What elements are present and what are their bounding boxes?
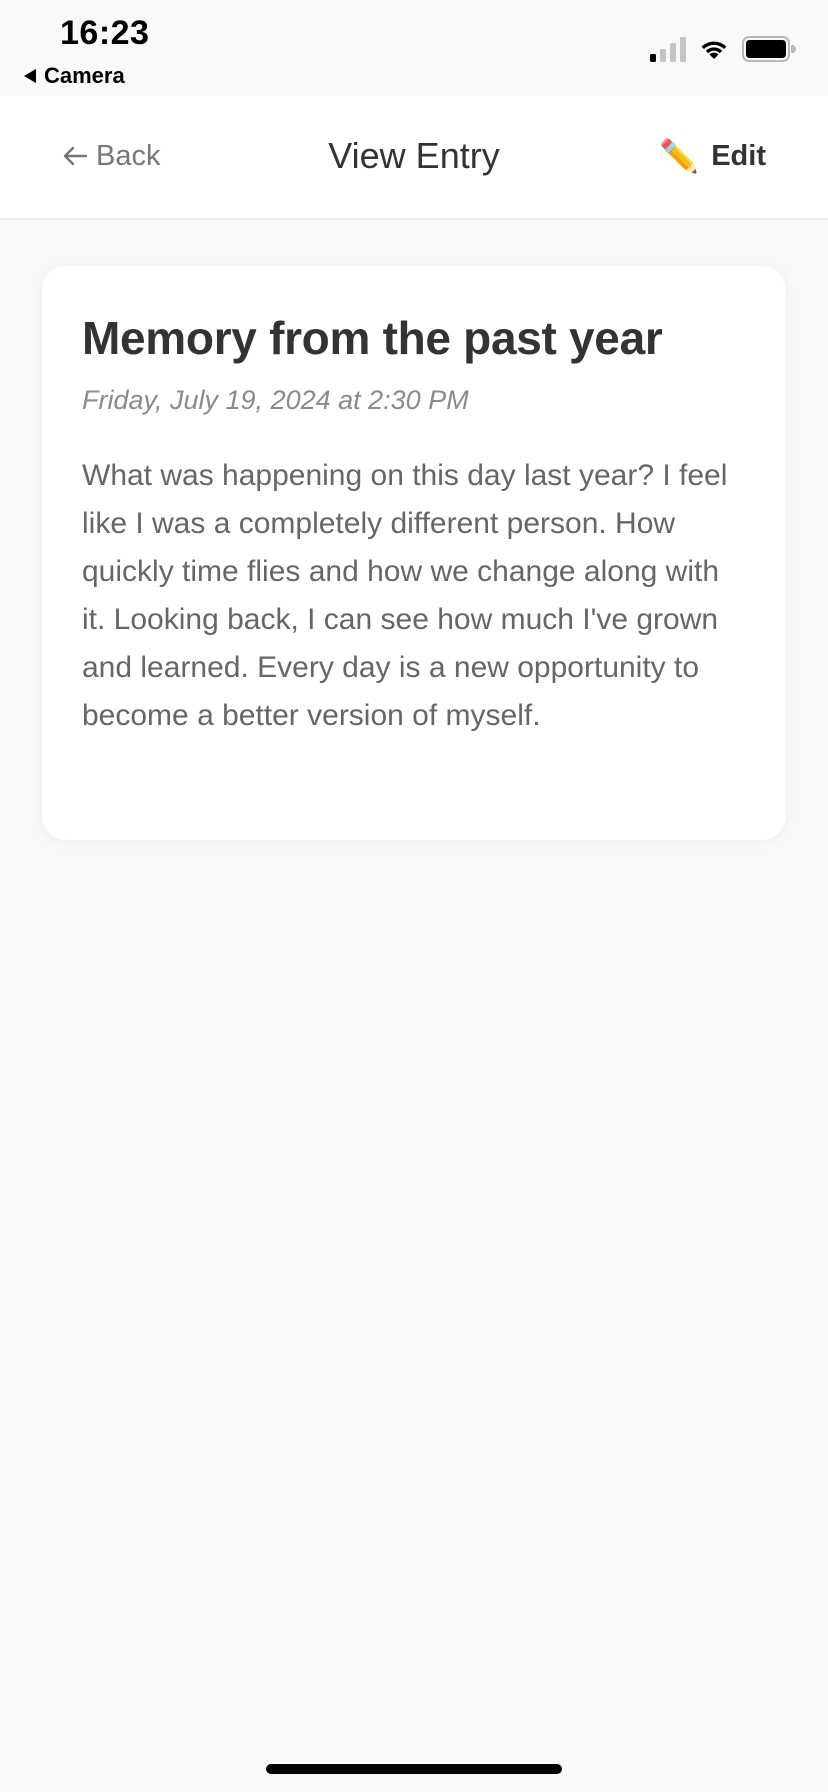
return-to-app-button[interactable]: Camera — [24, 62, 125, 90]
back-triangle-icon — [24, 69, 36, 83]
back-button[interactable]: Back — [62, 134, 160, 178]
home-indicator[interactable] — [266, 1764, 562, 1774]
cellular-signal-icon — [650, 36, 686, 62]
navigation-bar: Back View Entry ✏️ Edit — [0, 96, 828, 220]
entry-date: Friday, July 19, 2024 at 2:30 PM — [82, 385, 469, 415]
status-bar: 16:23 Camera — [0, 0, 828, 96]
entry-body: What was happening on this day last year… — [82, 459, 728, 732]
return-app-label: Camera — [44, 63, 125, 88]
back-button-label: Back — [96, 139, 161, 172]
edit-button[interactable]: ✏️ Edit — [659, 134, 766, 178]
battery-icon — [742, 36, 796, 62]
edit-button-label: Edit — [711, 139, 766, 172]
status-icons — [650, 34, 796, 64]
status-time: 16:23 — [60, 14, 150, 52]
entry-card: Memory from the past year Friday, July 1… — [42, 266, 786, 840]
wifi-icon — [701, 41, 727, 59]
entry-title: Memory from the past year — [82, 312, 663, 364]
arrow-left-icon — [63, 146, 88, 166]
pencil-icon: ✏️ — [659, 138, 700, 174]
